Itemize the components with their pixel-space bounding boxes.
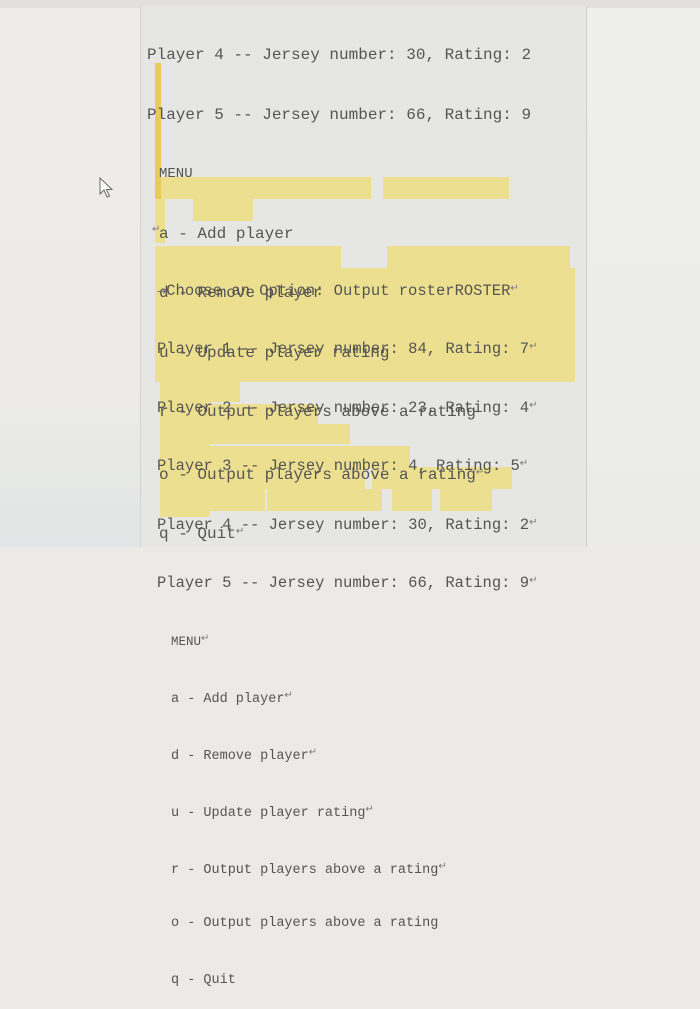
label-column [0,8,140,547]
menu-title-text: MENU [159,166,193,182]
newline-icon: ↵ [201,633,210,645]
newline-icon: ↵ [529,574,538,586]
right-margin [586,8,700,547]
roster-line: Player 5 -- Jersey number: 66, Rating: 9… [157,570,537,592]
menu-item: q - Quit [171,973,236,989]
newline-icon: ↵ [519,458,529,470]
menu-item-text: a - Add player [171,692,285,708]
roster-line: Player 3 -- Jersey number: 4, Rating: 5↵ [157,453,537,475]
menu-item: a - Add player↵ [157,685,537,708]
roster-line-text: Player 4 -- Jersey number: 30, Rating: 2 [157,515,530,534]
menu-item: r - Output players above a rating↵ [157,856,537,879]
newline-icon: ↵ [284,690,293,702]
menu-title: MENU↵ [157,628,537,649]
roster-line-text: Player 5 -- Jersey number: 66, Rating: 9 [157,573,530,592]
newline-icon: ↵ [529,341,538,353]
menu-item-text: d - Remove player [171,749,309,765]
newline-icon: ↵ [438,861,447,873]
menu-title-text: MENU [171,635,202,650]
newline-icon: ↵ [529,399,538,411]
roster-line: Player 4 -- Jersey number: 30, Rating: 2 [147,46,532,64]
roster-line-text: Player 1 -- Jersey number: 84, Rating: 7 [157,340,530,359]
newline-icon: ↵ [529,516,538,528]
roster-line: Player 2 -- Jersey number: 23, Rating: 4… [157,395,537,417]
roster-line-text: Player 3 -- Jersey number: 4, Rating: 5 [157,457,520,476]
tab-icon: → [157,285,167,298]
newline-icon: ↵ [365,804,374,816]
menu-title: MENU [147,163,531,187]
newline-icon: ↵ [510,283,519,294]
newline-icon: ↵ [152,224,161,235]
menu-item: o - Output players above a rating [171,916,439,932]
prompt-text: Choose an Option: Output rosterROSTER [166,282,511,300]
roster-line-text: Player 2 -- Jersey number: 23, Rating: 4 [157,398,530,417]
actual-output: →Choose an Option: Output rosterROSTER↵ … [157,242,537,1009]
menu-item: u - Update player rating↵ [157,799,537,822]
prompt-line: →Choose an Option: Output rosterROSTER↵ [157,278,537,300]
newline-icon: ↵ [308,747,318,759]
menu-item-text: u - Update player rating [171,806,366,822]
roster-line: Player 4 -- Jersey number: 30, Rating: 2… [157,512,537,534]
menu-item-text: r - Output players above a rating [171,863,439,879]
roster-line: Player 5 -- Jersey number: 66, Rating: 9 [147,105,532,124]
roster-line: Player 1 -- Jersey number: 84, Rating: 7… [157,336,537,358]
menu-item: d - Remove player↵ [157,742,537,765]
mouse-cursor-icon [99,177,114,198]
